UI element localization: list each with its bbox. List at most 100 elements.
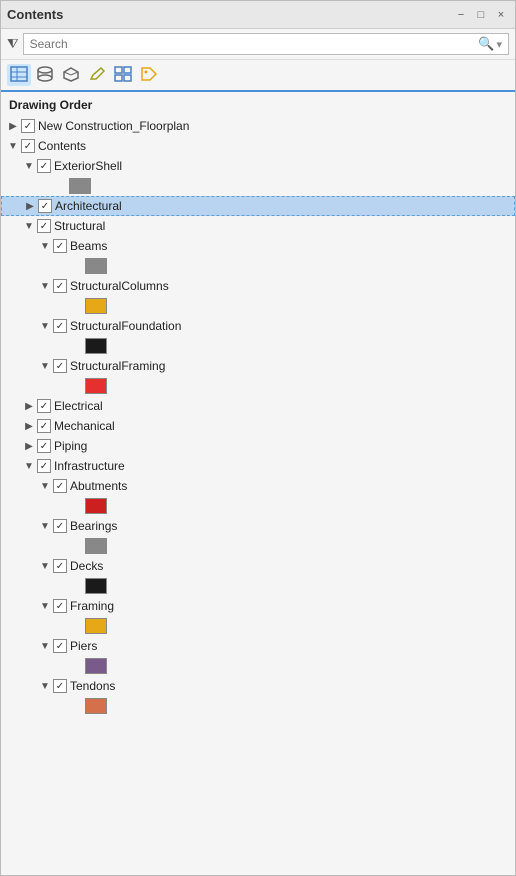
expand-icon[interactable]: ▼ — [37, 478, 53, 494]
item-label: StructuralColumns — [70, 279, 169, 293]
checkbox[interactable]: ✓ — [37, 419, 51, 433]
tree-row[interactable]: ▼ ✓ Decks — [1, 556, 515, 576]
checkbox[interactable]: ✓ — [53, 519, 67, 533]
restore-button[interactable]: □ — [473, 7, 489, 23]
tree-row[interactable]: ▼ ✓ Tendons — [1, 676, 515, 696]
tree-row[interactable]: ▶ ✓ Mechanical — [1, 416, 515, 436]
expand-icon[interactable]: ▶ — [22, 198, 38, 214]
checkbox[interactable]: ✓ — [53, 599, 67, 613]
cylinder-tool-button[interactable] — [33, 64, 57, 86]
color-swatch[interactable] — [85, 658, 107, 674]
color-swatch[interactable] — [85, 618, 107, 634]
checkbox[interactable]: ✓ — [21, 139, 35, 153]
checkbox[interactable]: ✓ — [53, 479, 67, 493]
title-bar: Contents − □ × — [1, 1, 515, 29]
tree-row[interactable]: ▼ ✓ Structural — [1, 216, 515, 236]
expand-icon[interactable]: ▼ — [37, 318, 53, 334]
checkbox[interactable]: ✓ — [21, 119, 35, 133]
section-header: Drawing Order — [1, 92, 515, 116]
color-swatch[interactable] — [85, 538, 107, 554]
checkbox[interactable]: ✓ — [37, 399, 51, 413]
item-label: Bearings — [70, 519, 117, 533]
expand-icon[interactable]: ▶ — [5, 118, 21, 134]
swatch-row — [1, 256, 515, 276]
tree-row[interactable]: ▼ ✓ Framing — [1, 596, 515, 616]
item-label: Framing — [70, 599, 114, 613]
expand-icon[interactable]: ▼ — [21, 218, 37, 234]
checkbox[interactable]: ✓ — [53, 239, 67, 253]
tree-row[interactable]: ▼ ✓ Infrastructure — [1, 456, 515, 476]
item-label: Contents — [38, 139, 86, 153]
item-label: Abutments — [70, 479, 127, 493]
color-swatch[interactable] — [85, 338, 107, 354]
expand-icon[interactable]: ▼ — [37, 598, 53, 614]
close-button[interactable]: × — [493, 7, 509, 23]
checkbox[interactable]: ✓ — [37, 459, 51, 473]
expand-icon[interactable]: ▼ — [37, 678, 53, 694]
checkbox[interactable]: ✓ — [37, 439, 51, 453]
tree-row[interactable]: ▶ ✓ Piping — [1, 436, 515, 456]
checkbox[interactable]: ✓ — [37, 219, 51, 233]
tree-row[interactable]: ▼ ✓ ExteriorShell — [1, 156, 515, 176]
tree-row[interactable]: ▼ ✓ StructuralColumns — [1, 276, 515, 296]
expand-icon[interactable]: ▼ — [37, 278, 53, 294]
panel-title: Contents — [7, 7, 63, 22]
polygon-tool-button[interactable] — [59, 64, 83, 86]
tree-row[interactable]: ▼ ✓ Contents — [1, 136, 515, 156]
color-swatch[interactable] — [85, 378, 107, 394]
color-swatch[interactable] — [69, 178, 91, 194]
expand-icon[interactable]: ▼ — [37, 358, 53, 374]
checkbox[interactable]: ✓ — [37, 159, 51, 173]
checkbox[interactable]: ✓ — [53, 319, 67, 333]
item-label: Architectural — [55, 199, 122, 213]
color-swatch[interactable] — [85, 698, 107, 714]
expand-icon[interactable]: ▶ — [21, 438, 37, 454]
filter-icon: ⧨ — [7, 36, 19, 52]
tree-row[interactable]: ▼ ✓ StructuralFraming — [1, 356, 515, 376]
search-dropdown-icon[interactable]: ▾ — [496, 38, 502, 51]
tree-row[interactable]: ▼ ✓ Beams — [1, 236, 515, 256]
color-swatch[interactable] — [85, 298, 107, 314]
checkbox[interactable]: ✓ — [53, 639, 67, 653]
swatch-row — [1, 616, 515, 636]
item-label: Structural — [54, 219, 105, 233]
item-label: Decks — [70, 559, 103, 573]
checkbox[interactable]: ✓ — [53, 679, 67, 693]
color-swatch[interactable] — [85, 258, 107, 274]
color-swatch[interactable] — [85, 578, 107, 594]
pencil-tool-button[interactable] — [85, 64, 109, 86]
color-swatch[interactable] — [85, 498, 107, 514]
tree-row[interactable]: ▼ ✓ Bearings — [1, 516, 515, 536]
search-input[interactable] — [30, 37, 479, 51]
tag-tool-button[interactable] — [137, 64, 161, 86]
checkbox[interactable]: ✓ — [53, 279, 67, 293]
expand-icon[interactable]: ▼ — [37, 518, 53, 534]
item-label: New Construction_Floorplan — [38, 119, 189, 133]
expand-icon[interactable]: ▶ — [21, 398, 37, 414]
grid-tool-button[interactable] — [111, 64, 135, 86]
tree-row[interactable]: ▼ ✓ Abutments — [1, 476, 515, 496]
item-label: StructuralFoundation — [70, 319, 181, 333]
expand-icon[interactable]: ▼ — [21, 158, 37, 174]
tree-row[interactable]: ▶ ✓ New Construction_Floorplan — [1, 116, 515, 136]
tree-row[interactable]: ▼ ✓ StructuralFoundation — [1, 316, 515, 336]
checkbox[interactable]: ✓ — [53, 559, 67, 573]
expand-icon[interactable]: ▶ — [21, 418, 37, 434]
table-tool-button[interactable] — [7, 64, 31, 86]
checkbox[interactable]: ✓ — [38, 199, 52, 213]
cylinder-icon — [36, 66, 54, 85]
swatch-row — [1, 176, 515, 196]
tree-row[interactable]: ▼ ✓ Piers — [1, 636, 515, 656]
expand-icon[interactable]: ▼ — [5, 138, 21, 154]
tree-container[interactable]: ▶ ✓ New Construction_Floorplan ▼ ✓ Conte… — [1, 116, 515, 875]
expand-icon[interactable]: ▼ — [37, 558, 53, 574]
checkbox[interactable]: ✓ — [53, 359, 67, 373]
search-icon[interactable]: 🔍 — [478, 36, 494, 52]
expand-icon[interactable]: ▼ — [37, 238, 53, 254]
minimize-button[interactable]: − — [453, 7, 469, 23]
tree-row[interactable]: ▶ ✓ Electrical — [1, 396, 515, 416]
expand-icon[interactable]: ▼ — [37, 638, 53, 654]
swatch-row — [1, 656, 515, 676]
expand-icon[interactable]: ▼ — [21, 458, 37, 474]
tree-row[interactable]: ▶ ✓ Architectural — [1, 196, 515, 216]
